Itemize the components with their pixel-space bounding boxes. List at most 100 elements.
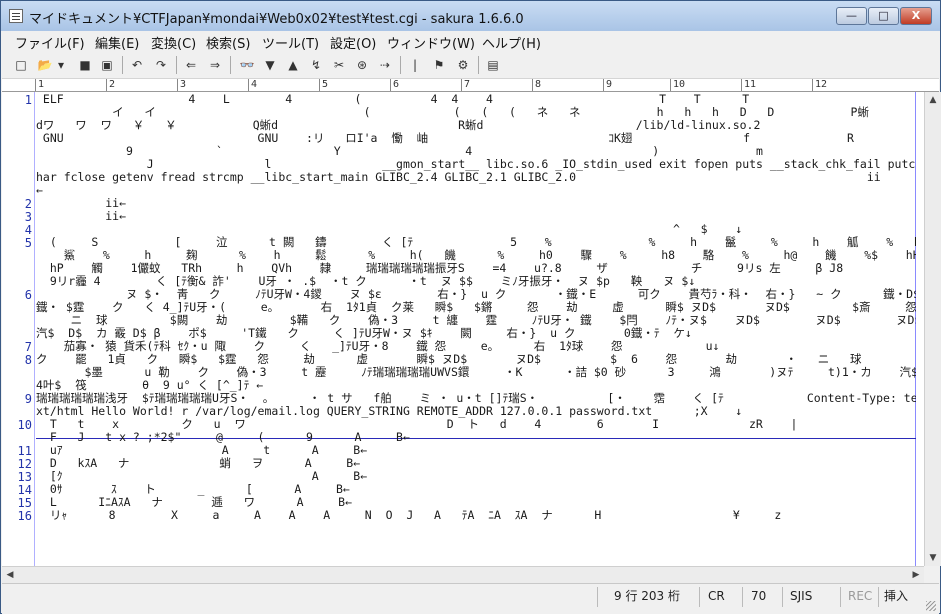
text-line[interactable]: har fclose getenv fread strcmp __libc_st…	[36, 171, 916, 184]
text-line[interactable]: 鯊 % h 麹 % h 鬆 % h( 饑 % h0 驟 % h8 駱 % h@ …	[36, 249, 916, 262]
vertical-scrollbar[interactable]: ▲ ▼	[924, 92, 941, 566]
undo-icon[interactable]: ↶	[128, 56, 146, 74]
scroll-up-icon[interactable]: ▲	[925, 92, 941, 108]
text-line[interactable]: D kｽA ナ 蛸 ヲ A B←	[36, 457, 916, 470]
insert-mode[interactable]: 挿入	[884, 584, 908, 608]
back-icon[interactable]: ⇐	[182, 56, 200, 74]
menu-help[interactable]: ヘルプ(H)	[482, 33, 541, 52]
close-button[interactable]: X	[900, 7, 932, 25]
grep-icon[interactable]: ✂	[330, 56, 348, 74]
resize-grip[interactable]	[926, 601, 936, 611]
encoding[interactable]: SJIS	[790, 584, 812, 608]
text-line[interactable]: xt/html Hello World! r /var/log/email.lo…	[36, 405, 916, 418]
text-line[interactable]: 鐡・ $霆 ク く 4_]ﾃU牙・( e。 右 1ﾀ1貞 ク莱 瞬$ $鏘 怨 …	[36, 301, 916, 314]
text-line[interactable]: 9 ` Y 4 ) m	[36, 145, 916, 158]
open-file-icon[interactable]: 📂	[36, 56, 54, 74]
redo-icon[interactable]: ↷	[152, 56, 170, 74]
menu-search[interactable]: 検索(S)	[206, 33, 250, 52]
line-number: 7	[24, 340, 32, 354]
text-editor-area[interactable]: 1 2 3 4 5 6 7 8 9 10 11 12 13 14 15 16 ELF 4 L 4 ( 4 4 …	[2, 92, 924, 566]
rec-indicator[interactable]: REC	[848, 584, 872, 608]
text-line[interactable]: dワ ワ ワ ￥ ￥ Q蜥d R蜥d /lib/ld-linux.so.2	[36, 119, 916, 132]
scroll-left-icon[interactable]: ◀	[2, 567, 18, 583]
status-separator	[699, 587, 700, 607]
text-line[interactable]: ii←	[36, 210, 916, 223]
ruler-label: 2	[106, 79, 115, 91]
status-separator	[597, 587, 598, 607]
menu-edit[interactable]: 編集(E)	[95, 33, 139, 52]
text-line[interactable]: ←	[36, 184, 916, 197]
text-line[interactable]: [ｸ A B←	[36, 470, 916, 483]
notepad-icon[interactable]	[9, 9, 23, 23]
line-number: 2	[24, 197, 32, 211]
text-line[interactable]: ク 罷 1貞 ク 瞬$ $霆 怨 劫 虚 瞬$ ヌD$ ヌD$ $ 6 怨 劫 …	[36, 353, 916, 366]
new-file-icon[interactable]: □	[12, 56, 30, 74]
text-line[interactable]: 0ｻ ｽ ト _ [ A B←	[36, 483, 916, 496]
text-line[interactable]: L IﾆAｽA ナ 逓 ワ A B←	[36, 496, 916, 509]
maximize-button[interactable]: □	[868, 7, 899, 25]
text-line[interactable]: ELF 4 L 4 ( 4 4 4 T T T	[36, 93, 916, 106]
mark-icon[interactable]: ⊛	[353, 56, 371, 74]
outline-icon[interactable]: ⚑	[430, 56, 448, 74]
text-line[interactable]: uｱ A t A B←	[36, 444, 916, 457]
replace-icon[interactable]: ↯	[307, 56, 325, 74]
menu-convert[interactable]: 変換(C)	[151, 33, 196, 52]
text-line[interactable]: 9リr霾 4 く [ﾃ衡& 詐' U牙 ・ .$ ・t ク ・t ヌ $$ ミﾉ…	[36, 275, 916, 288]
text-line[interactable]: $墨 u 勒 ク 偽・3 t 靂 ﾉﾃ瑞瑞瑞瑞瑞UWVS鐶 ・K ・詰 $0 砂…	[36, 366, 916, 379]
toolbar-separator	[478, 56, 479, 74]
ruler-label: 5	[319, 79, 328, 91]
search-next-icon[interactable]: ▼	[261, 56, 279, 74]
text-line[interactable]: ii←	[36, 197, 916, 210]
text-line[interactable]: ニ 球 $闕 劫 $鞴 ク 偽・3 t 纏 霆 ﾉﾃU牙・ 鐡 $閂 ﾉﾃ・ヌ$…	[36, 314, 916, 327]
horizontal-scrollbar[interactable]: ◀ ▶	[2, 566, 924, 583]
dropdown-icon[interactable]: ▾	[56, 56, 66, 74]
line-number: 6	[24, 288, 32, 302]
ruler-label: 12	[812, 79, 827, 91]
text-line[interactable]: 汽$ D$ カ 霰 D$ β ポ$ 'T鐵 ク く ]ﾃU牙W・ヌ $ｷ 闕 右…	[36, 327, 916, 340]
cursor-position[interactable]: 9 行 203 桁	[614, 584, 680, 608]
text-line[interactable]: F J t x ? ;*2$" @ ( 9 A B←	[36, 431, 916, 444]
eol-type[interactable]: CR	[708, 584, 725, 608]
save-all-icon[interactable]: ▣	[98, 56, 116, 74]
line-number: 1	[24, 93, 32, 107]
ruler-label: 11	[741, 79, 756, 91]
title-bar[interactable]: マイドキュメント¥CTFJapan¥mondai¥Web0x02¥test¥te…	[1, 1, 940, 31]
text-line[interactable]: ^ $ ↓	[36, 223, 916, 236]
save-icon[interactable]: ■	[76, 56, 94, 74]
text-line[interactable]: ( S [ 泣 t 闕 鑄 く [ﾃ 5 % % h 鬣 % h 觚 % h	[36, 236, 916, 249]
jump-icon[interactable]: ⇢	[376, 56, 394, 74]
status-bar: 9 行 203 桁 CR 70 SJIS REC 挿入	[2, 583, 939, 614]
window-title: マイドキュメント¥CTFJapan¥mondai¥Web0x02¥test¥te…	[29, 12, 524, 27]
minimize-button[interactable]: —	[836, 7, 867, 25]
type-settings-icon[interactable]: ▤	[484, 56, 502, 74]
text-line[interactable]: リｬ 8 X a A A A N O J A ﾃA ﾆA ｽA ナ H ¥ z	[36, 509, 916, 522]
menu-tools[interactable]: ツール(T)	[262, 33, 319, 52]
text-line[interactable]: T t x ク u ワ D ト d 4 6 I zR | リ タ	[36, 418, 916, 431]
line-number: 11	[17, 444, 32, 458]
text-line[interactable]: イ イ ( ( ( ( ネ ネ h h h D D P蜥	[36, 106, 916, 119]
menu-window[interactable]: ウィンドウ(W)	[387, 33, 475, 52]
text-line[interactable]: 茄寡・ 猿 貨禾(ﾃ科 ｾｸ・u 陬 ク く _]ﾃU牙・8 鐡 怨 e。 右 …	[36, 340, 916, 353]
text-line[interactable]: hP 觸 1儼蚊 TRh h QVh 隸 瑞瑞瑞瑞瑞瑞振牙S =4 u?.8 ザ…	[36, 262, 916, 275]
ruler-label: 1	[35, 79, 44, 91]
text-line[interactable]: 瑞瑞瑞瑞瑞瑞浅牙 $ﾃ瑞瑞瑞瑞瑞U牙S・ 。 ・ t サ f舶 ミ ・ u・t …	[36, 392, 916, 405]
ruler-label: 9	[603, 79, 612, 91]
scroll-down-icon[interactable]: ▼	[925, 550, 941, 566]
line-number: 16	[17, 509, 32, 523]
text-line[interactable]: 4叶$ 筏 θ 9 u° く [^_]ﾃ ←	[36, 379, 916, 392]
search-prev-icon[interactable]: ▲	[284, 56, 302, 74]
forward-icon[interactable]: ⇒	[206, 56, 224, 74]
text-line[interactable]: ヌ $・ 靑 ク ﾉﾃU牙W・4鑁 ヌ $ε 右・} u ク ・鐡・E 可ク 貴…	[36, 288, 916, 301]
menu-file[interactable]: ファイル(F)	[15, 33, 85, 52]
menu-settings[interactable]: 設定(O)	[330, 33, 376, 52]
text-line[interactable]: J l __gmon_start__ libc.so.6 _IO_stdin_u…	[36, 158, 916, 171]
toolbar-separator	[122, 56, 123, 74]
tag-icon[interactable]: |	[406, 56, 424, 74]
text-line[interactable]: GNU GNU :リ ロI'a 慟 岫 ｺK翅 f R	[36, 132, 916, 145]
settings-icon[interactable]: ⚙	[454, 56, 472, 74]
scroll-right-icon[interactable]: ▶	[908, 567, 924, 583]
search-icon[interactable]: 👓	[238, 56, 256, 74]
line-number: 12	[17, 457, 32, 471]
status-separator	[878, 587, 879, 607]
line-number: 8	[24, 353, 32, 367]
